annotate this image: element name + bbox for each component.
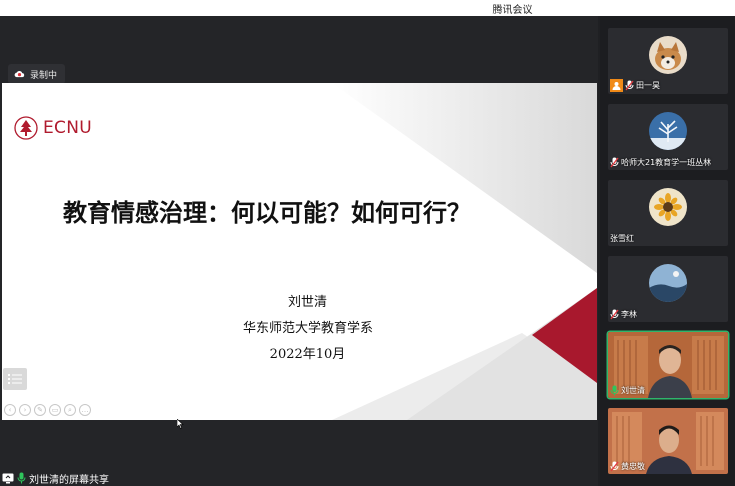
participant-name: 哈师大21教育学一班丛林 xyxy=(621,158,712,167)
cloud-record-icon xyxy=(14,71,25,78)
participant-tile[interactable]: 田一昊 xyxy=(608,28,728,94)
share-label: 刘世清的屏幕共享 xyxy=(29,474,109,486)
ecnu-logo: ECNU xyxy=(14,116,92,140)
slide-title: 教育情感治理：何以可能？如何可行？ xyxy=(63,198,471,227)
mic-muted-icon xyxy=(625,80,634,91)
screen-share-icon xyxy=(2,473,14,483)
participant-name: 黄忠敬 xyxy=(621,462,645,471)
participant-name: 刘世清 xyxy=(621,386,645,395)
logo-text: ECNU xyxy=(43,118,92,138)
slide-author: 刘世清 xyxy=(287,295,327,310)
slide-department: 华东师范大学教育学系 xyxy=(242,321,373,336)
title-bar: 腾讯会议 xyxy=(0,0,735,16)
night-sky-avatar xyxy=(649,264,687,302)
participant-name: 张雪红 xyxy=(610,234,634,243)
prev-slide-icon[interactable]: ‹ xyxy=(4,404,16,416)
winter-tree-avatar xyxy=(649,112,687,150)
participant-tile[interactable]: 李林 xyxy=(608,256,728,322)
slide-menu-button[interactable] xyxy=(3,368,27,390)
participant-sidebar: 田一昊 哈师大21教育学一班丛林 张雪红 李林 刘世清 黄忠敬 xyxy=(600,16,735,486)
slide-nav-toolbar: ‹ › ✎ ▭ ⌕ … xyxy=(4,404,91,416)
mic-muted-icon xyxy=(610,157,619,168)
participant-tile[interactable]: 哈师大21教育学一班丛林 xyxy=(608,104,728,170)
screen-share-indicator[interactable]: 刘世清的屏幕共享 xyxy=(0,470,109,486)
mic-muted-icon xyxy=(610,309,619,320)
participant-name: 李林 xyxy=(621,310,637,319)
user-icon xyxy=(610,79,623,92)
slides-icon[interactable]: ▭ xyxy=(49,404,61,416)
mic-active-icon xyxy=(610,385,619,396)
recording-label: 录制中 xyxy=(30,70,58,81)
shared-slide: ECNU 教育情感治理：何以可能？如何可行？ 刘世清 华东师范大学教育学系 20… xyxy=(2,83,597,420)
participant-tile[interactable]: 黄忠敬 xyxy=(608,408,728,474)
mic-muted-icon xyxy=(610,461,619,472)
participant-tile-speaking[interactable]: 刘世清 xyxy=(608,332,728,398)
recording-indicator[interactable]: 录制中 xyxy=(8,64,66,84)
ecnu-emblem-icon xyxy=(14,116,38,140)
next-slide-icon[interactable]: › xyxy=(19,404,31,416)
more-icon[interactable]: … xyxy=(79,404,91,416)
mic-active-icon xyxy=(17,472,26,484)
participant-tile[interactable]: 张雪红 xyxy=(608,180,728,246)
participant-name: 田一昊 xyxy=(636,81,660,90)
list-icon xyxy=(8,374,22,384)
zoom-icon[interactable]: ⌕ xyxy=(64,404,76,416)
pen-icon[interactable]: ✎ xyxy=(34,404,46,416)
slide-date: 2022年10月 xyxy=(269,347,346,362)
mouse-cursor-icon xyxy=(177,419,184,429)
app-title: 腾讯会议 xyxy=(492,5,533,16)
dog-avatar xyxy=(649,36,687,74)
flower-avatar xyxy=(649,188,687,226)
